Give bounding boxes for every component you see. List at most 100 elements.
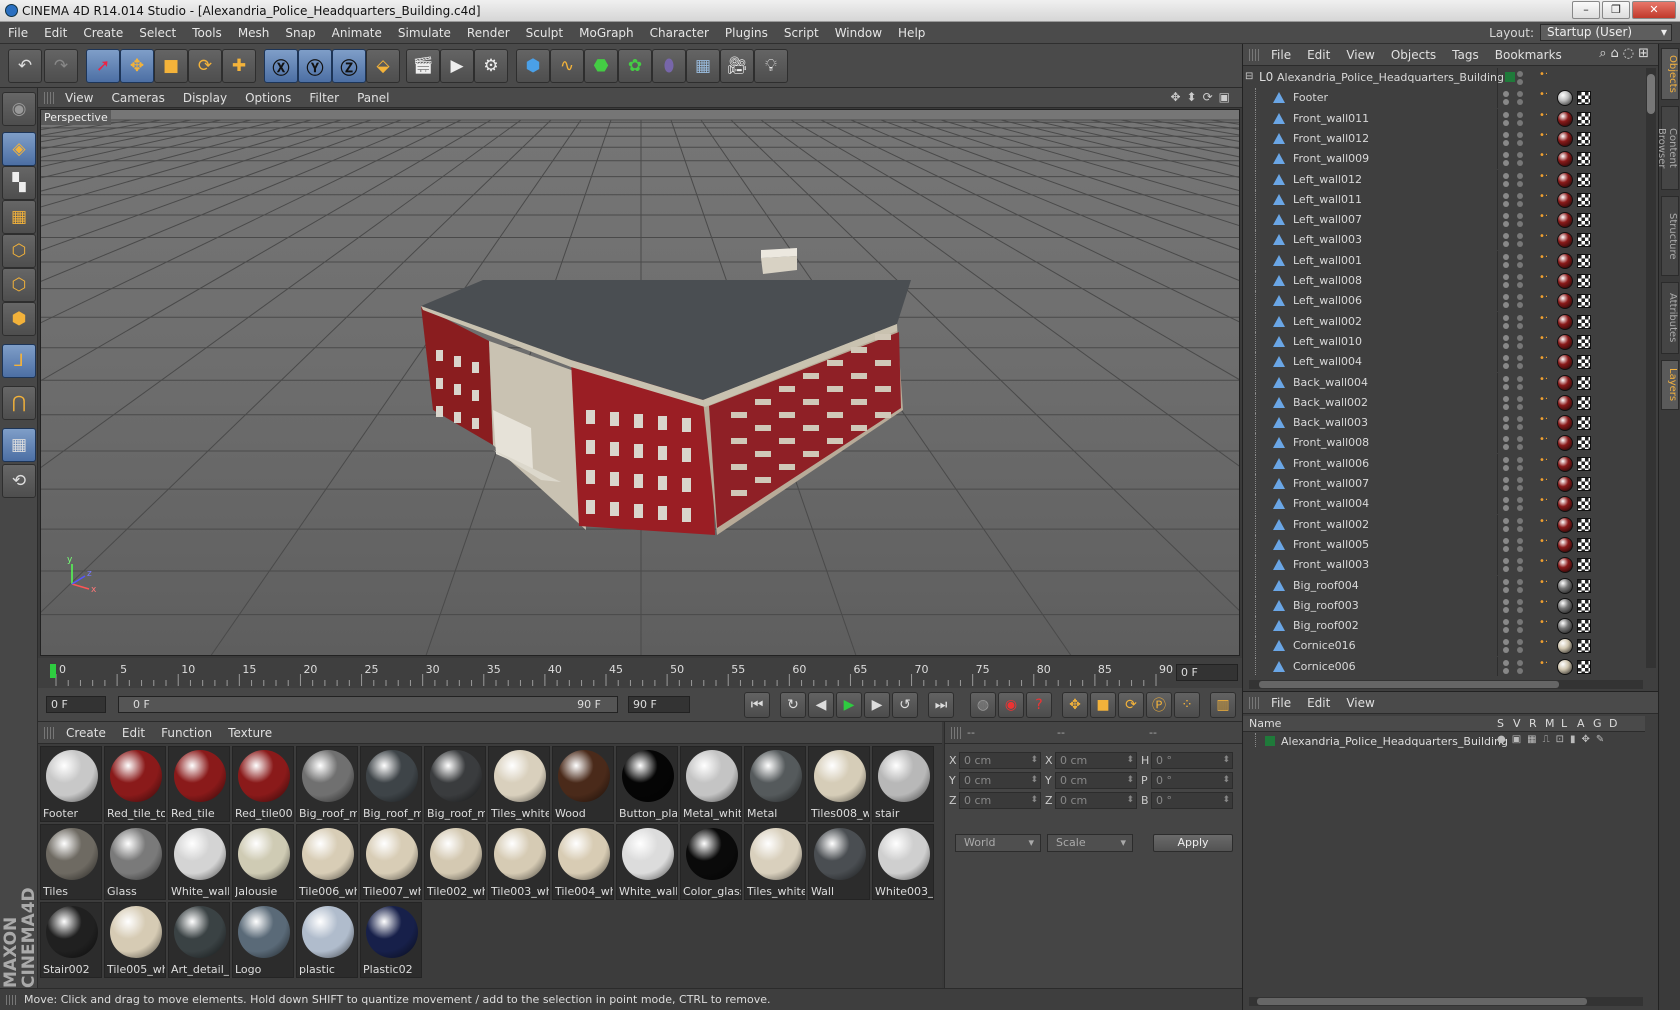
material-swatch[interactable]: Red_tile002	[232, 746, 294, 822]
object-row[interactable]: Front_wall006 •‧	[1243, 453, 1645, 474]
object-row[interactable]: Front_wall009 •‧	[1243, 149, 1645, 170]
object-name[interactable]: Left_wall010	[1293, 335, 1362, 348]
object-name[interactable]: Front_wall004	[1293, 497, 1369, 510]
object-name[interactable]: Alexandria_Police_Headquarters_Building	[1277, 71, 1504, 84]
object-row[interactable]: Front_wall011 •‧	[1243, 108, 1645, 129]
object-menu-item-1[interactable]: Edit	[1299, 44, 1338, 66]
object-row[interactable]: Left_wall003 •‧	[1243, 230, 1645, 251]
uvw-tag-icon[interactable]	[1577, 659, 1591, 674]
uvw-tag-icon[interactable]	[1577, 213, 1591, 228]
material-tag-icon[interactable]	[1557, 151, 1573, 168]
uvw-tag-icon[interactable]	[1577, 294, 1591, 309]
material-menu-item-3[interactable]: Texture	[220, 722, 280, 744]
object-name[interactable]: Left_wall004	[1293, 355, 1362, 368]
uvw-tag-icon[interactable]	[1577, 436, 1591, 451]
object-name[interactable]: Front_wall012	[1293, 132, 1369, 145]
material-tag-icon[interactable]	[1557, 273, 1573, 289]
uvw-tag-icon[interactable]	[1577, 355, 1591, 370]
object-name[interactable]: Left_wall002	[1293, 315, 1362, 328]
layer-hscrollbar[interactable]	[1249, 997, 1643, 1006]
material-menu-item-2[interactable]: Function	[153, 722, 220, 744]
cube-button[interactable]: ⬢	[516, 49, 550, 83]
object-row[interactable]: Front_wall004 •‧	[1243, 494, 1645, 515]
render-visibility-dots[interactable]	[1517, 659, 1523, 674]
render-visibility-dots[interactable]	[1517, 578, 1523, 593]
material-tag-icon[interactable]	[1557, 638, 1573, 655]
render-visibility-dots[interactable]	[1517, 395, 1523, 410]
layer-flags-icons[interactable]: ●▣▦⎍⊡▮✥✎	[1497, 734, 1610, 745]
key-rotation-button[interactable]: ⟳	[1118, 692, 1144, 718]
snap-button[interactable]: ⟲	[2, 464, 36, 498]
material-tag-icon[interactable]	[1557, 110, 1573, 127]
object-hscrollbar[interactable]	[1249, 680, 1643, 689]
uvw-tag-icon[interactable]	[1577, 274, 1591, 288]
object-name[interactable]: Cornice016	[1293, 639, 1356, 652]
y-axis-button[interactable]: Ⓨ	[298, 49, 332, 83]
expand-icon[interactable]: ⊟	[1245, 71, 1253, 82]
floor-button[interactable]: ▦	[686, 49, 720, 83]
uvw-tag-icon[interactable]	[1577, 477, 1591, 491]
object-name[interactable]: Footer	[1293, 91, 1328, 104]
uvw-tag-icon[interactable]	[1577, 619, 1591, 634]
editor-visibility-dots[interactable]	[1503, 131, 1509, 146]
editor-visibility-dots[interactable]	[1503, 639, 1509, 654]
menu-item-11[interactable]: MoGraph	[571, 22, 642, 44]
object-menu-item-3[interactable]: Objects	[1383, 44, 1444, 66]
timeline-window-button[interactable]: ▥	[1210, 692, 1236, 718]
home-icon[interactable]: ⌂	[1610, 46, 1622, 61]
render-visibility-dots[interactable]	[1517, 537, 1523, 552]
material-swatch[interactable]: Footer	[40, 746, 102, 822]
side-tab-1[interactable]: Content Browser	[1656, 106, 1679, 190]
material-swatch[interactable]: Big_roof_m	[360, 746, 422, 822]
material-swatch[interactable]: plastic	[296, 902, 358, 978]
material-menu-item-1[interactable]: Edit	[114, 722, 153, 744]
render-visibility-dots[interactable]	[1517, 233, 1523, 248]
render-visibility-dots[interactable]	[1517, 517, 1523, 532]
object-name[interactable]: Left_wall011	[1293, 193, 1362, 206]
magnet-button[interactable]: ⋂	[2, 386, 36, 420]
material-swatch[interactable]: Big_roof_m	[424, 746, 486, 822]
rotate-tool-button[interactable]: ⟳	[188, 49, 222, 83]
timeline-ruler[interactable]: 0 5 10 15 20 25 30 35 40 45 50 55 60 65 70 75 80 85 90 0 F	[38, 658, 1242, 688]
next-frame-button[interactable]: ▶	[864, 692, 890, 718]
uvw-tag-icon[interactable]	[1577, 192, 1591, 207]
material-tag-icon[interactable]	[1557, 496, 1573, 513]
size-field[interactable]: 0 cm	[1055, 772, 1137, 789]
material-tag-icon[interactable]	[1557, 191, 1573, 208]
redo-button[interactable]: ↷	[44, 49, 78, 83]
editor-visibility-dots[interactable]	[1503, 314, 1509, 329]
object-row[interactable]: Left_wall011 •‧	[1243, 189, 1645, 210]
menu-item-1[interactable]: Edit	[36, 22, 75, 44]
material-tag-icon[interactable]	[1557, 252, 1573, 269]
playhead[interactable]	[50, 664, 56, 678]
uvw-tag-icon[interactable]	[1577, 395, 1591, 410]
material-tag-icon[interactable]	[1557, 171, 1573, 188]
object-name[interactable]: Front_wall007	[1293, 477, 1369, 490]
viewport-menu-item-3[interactable]: Options	[236, 88, 300, 108]
render-visibility-dots[interactable]	[1517, 456, 1523, 471]
object-row[interactable]: Big_roof003 •‧	[1243, 595, 1645, 616]
layer-name[interactable]: Alexandria_Police_Headquarters_Building	[1281, 735, 1508, 748]
record-keys-button[interactable]: ◍	[970, 692, 996, 718]
material-tag-icon[interactable]	[1557, 90, 1573, 107]
object-name[interactable]: Left_wall001	[1293, 254, 1362, 267]
render-visibility-dots[interactable]	[1517, 416, 1523, 431]
editor-visibility-dots[interactable]	[1503, 558, 1509, 573]
new-window-icon[interactable]: ⊞	[1638, 46, 1653, 61]
object-row[interactable]: Big_roof004 •‧	[1243, 575, 1645, 596]
viewport-menu-item-4[interactable]: Filter	[300, 88, 348, 108]
editor-visibility-dots[interactable]	[1503, 334, 1509, 349]
uvw-tag-icon[interactable]	[1577, 456, 1591, 471]
x-axis-button[interactable]: Ⓧ	[264, 49, 298, 83]
object-name[interactable]: Left_wall003	[1293, 233, 1362, 246]
viewport-nav-icons[interactable]: ✥⬍⟳▣	[1170, 90, 1236, 104]
render-visibility-dots[interactable]	[1517, 558, 1523, 573]
make-editable-button[interactable]: ◉	[2, 92, 36, 126]
object-menu-item-2[interactable]: View	[1338, 44, 1382, 66]
viewport-menu-item-1[interactable]: Cameras	[102, 88, 173, 108]
material-swatch[interactable]: Tile002_wh	[424, 824, 486, 900]
object-name[interactable]: Big_roof002	[1293, 619, 1359, 632]
array-button[interactable]: ✿	[618, 49, 652, 83]
object-name[interactable]: Front_wall005	[1293, 538, 1369, 551]
uvw-tag-icon[interactable]	[1577, 537, 1591, 552]
